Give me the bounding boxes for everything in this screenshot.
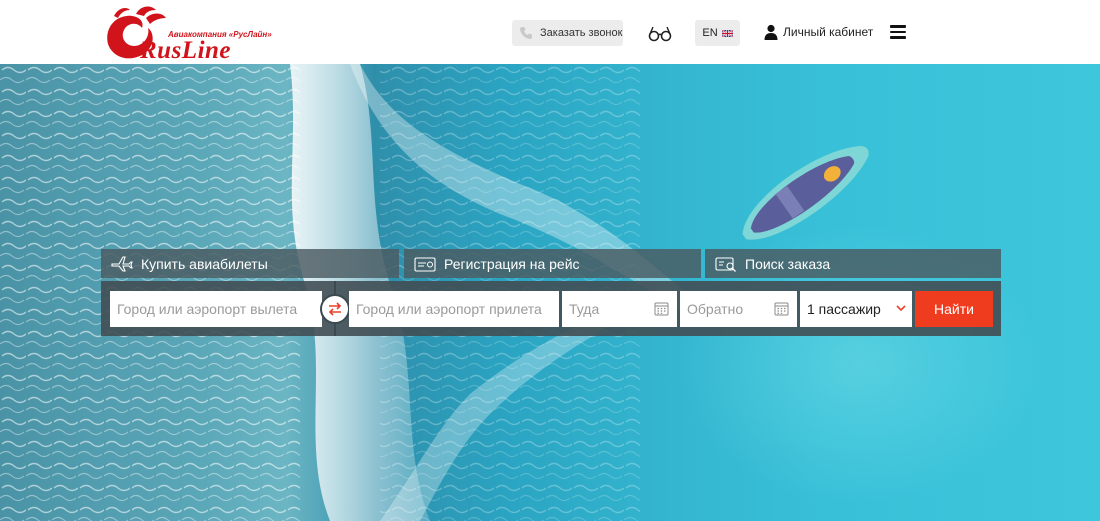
user-icon: [764, 24, 778, 40]
swap-connector: [334, 324, 336, 336]
tab-check-in[interactable]: Регистрация на рейс: [404, 249, 701, 278]
menu-bar: [890, 36, 906, 39]
ticket-search-icon: [715, 256, 736, 272]
tab-find-order[interactable]: Поиск заказа: [705, 249, 1001, 278]
menu-bar: [890, 30, 906, 34]
search-button[interactable]: Найти: [915, 291, 993, 327]
depart-date-input[interactable]: Туда: [562, 291, 677, 327]
account-link[interactable]: Личный кабинет: [764, 24, 873, 40]
arrival-city-input[interactable]: Город или аэропорт прилета: [349, 291, 559, 327]
boarding-pass-icon: [414, 256, 436, 272]
menu-icon[interactable]: [890, 25, 906, 39]
calendar-icon[interactable]: [654, 301, 669, 316]
passengers-value: 1 пассажир: [807, 301, 881, 317]
phone-icon: [520, 27, 532, 39]
callback-button[interactable]: Заказать звонок: [512, 20, 623, 46]
return-date-input[interactable]: Обратно: [680, 291, 797, 327]
callback-label: Заказать звонок: [540, 27, 623, 39]
departure-city-input[interactable]: Город или аэропорт вылета: [110, 291, 322, 327]
language-button[interactable]: EN: [695, 20, 740, 46]
arrival-city-placeholder: Город или аэропорт прилета: [356, 301, 542, 317]
tab-check-in-label: Регистрация на рейс: [444, 255, 580, 272]
swap-connector: [334, 281, 336, 294]
glasses-icon[interactable]: [648, 24, 672, 42]
site-header: Авиакомпания «РусЛайн» RusLine Заказать …: [0, 0, 1100, 64]
boat-illustration: [742, 145, 869, 240]
tab-buy-tickets[interactable]: Купить авиабилеты: [101, 249, 399, 278]
calendar-icon[interactable]: [774, 301, 789, 316]
language-label: EN: [702, 27, 718, 39]
depart-date-placeholder: Туда: [569, 301, 600, 317]
swap-button[interactable]: [320, 294, 350, 324]
account-label: Личный кабинет: [783, 25, 874, 39]
swap-arrows-icon: [328, 302, 342, 316]
uk-flag-icon: [721, 29, 733, 37]
tab-find-order-label: Поиск заказа: [745, 255, 831, 272]
logo-wordmark: RusLine: [140, 37, 232, 64]
passengers-select[interactable]: 1 пассажир: [800, 291, 912, 327]
rusline-logo[interactable]: Авиакомпания «РусЛайн» RusLine: [100, 4, 285, 64]
chevron-down-icon: [896, 305, 906, 312]
return-date-placeholder: Обратно: [687, 301, 744, 317]
tab-buy-tickets-label: Купить авиабилеты: [141, 255, 268, 272]
departure-city-placeholder: Город или аэропорт вылета: [117, 301, 298, 317]
airplane-icon: [111, 255, 133, 272]
menu-bar: [890, 25, 906, 28]
